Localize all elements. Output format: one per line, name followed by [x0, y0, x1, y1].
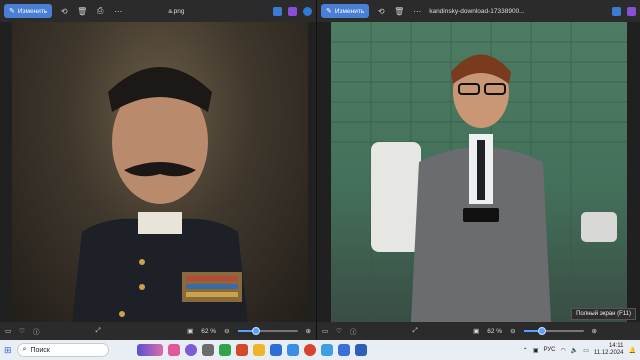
film-strip-icon[interactable]: ▭	[5, 327, 11, 335]
edit-button[interactable]: ✎ Изменить	[4, 4, 53, 18]
powerpoint-icon[interactable]	[235, 344, 248, 356]
zoom-slider[interactable]	[523, 327, 584, 335]
excel-icon[interactable]	[218, 344, 231, 356]
telegram-icon[interactable]	[320, 344, 333, 356]
taskbar-search[interactable]: ⌕ Поиск	[16, 343, 109, 357]
tray-overflow-icon[interactable]: ⌃	[523, 347, 528, 354]
app-icon-4[interactable]	[269, 344, 282, 356]
info-icon[interactable]: ⓘ	[350, 326, 357, 336]
film-strip-icon[interactable]: ▭	[322, 327, 328, 335]
zoom-out-icon[interactable]: ⊖	[510, 327, 515, 335]
file-explorer-icon[interactable]	[252, 344, 265, 356]
delete-icon[interactable]: 🗑	[76, 5, 88, 17]
favorite-icon[interactable]: ♡	[19, 327, 25, 335]
statusbar: ▭ ♡ ⓘ ⤢ ▣ 62 % ⊖ ⊕	[0, 322, 316, 340]
system-tray: ⌃ ▣ РУС ◠ 🔈 ▭ 14:11 11.12.2024 🔔	[523, 343, 636, 357]
actual-size-icon[interactable]: ▣	[473, 327, 479, 335]
man-in-bathroom-image	[331, 22, 627, 322]
info-icon[interactable]: ⓘ	[33, 326, 40, 336]
search-placeholder: Поиск	[30, 346, 50, 354]
language-indicator[interactable]: РУС	[544, 347, 556, 353]
editor-app-icon[interactable]	[612, 6, 621, 16]
app-icon-1[interactable]	[167, 344, 180, 356]
rotate-icon[interactable]: ⟲	[58, 5, 70, 17]
battery-icon[interactable]: ▭	[583, 347, 589, 354]
portrait-officer-image	[12, 22, 308, 322]
photos-app-icon[interactable]	[354, 344, 367, 356]
image-viewport[interactable]	[0, 22, 316, 322]
more-icon[interactable]: ⋯	[411, 5, 423, 17]
fullscreen-tooltip: Полный экран (F11)	[571, 308, 636, 320]
zoom-slider[interactable]	[237, 327, 298, 335]
fit-icon[interactable]: ⤢	[412, 327, 417, 335]
taskbar: ⊞ ⌕ Поиск ⌃ ▣ РУС ◠ 🔈 ▭ 14:11 11.12.2024…	[0, 340, 640, 360]
bathroom-illustration	[331, 22, 627, 322]
image-viewport[interactable]	[317, 22, 640, 322]
rotate-icon[interactable]: ⟲	[375, 5, 387, 17]
onedrive-icon[interactable]	[303, 6, 312, 16]
app-icon-2[interactable]	[184, 344, 197, 356]
wifi-icon[interactable]: ◠	[561, 347, 566, 354]
clock[interactable]: 14:11 11.12.2024	[594, 343, 624, 357]
favorite-icon[interactable]: ♡	[336, 327, 342, 335]
more-icon[interactable]: ⋯	[112, 5, 124, 17]
clock-time: 14:11	[608, 343, 624, 349]
zoom-in-icon[interactable]: ⊕	[592, 327, 597, 335]
editor-app-icon[interactable]	[273, 6, 282, 16]
tray-app-icon[interactable]: ▣	[533, 347, 539, 354]
app-icon-6[interactable]	[337, 344, 350, 356]
toolbar: ✎ Изменить ⟲ 🗑 ⎙ ⋯ a.png	[0, 0, 316, 22]
search-icon: ⌕	[22, 346, 27, 353]
actual-size-icon[interactable]: ▣	[187, 327, 193, 335]
notifications-icon[interactable]: 🔔	[629, 347, 636, 354]
clock-date: 11.12.2024	[593, 350, 624, 356]
edit-label: Изменить	[17, 7, 48, 15]
edit-button[interactable]: ✎ Изменить	[321, 4, 370, 18]
zoom-in-icon[interactable]: ⊕	[306, 327, 311, 335]
widgets-icon[interactable]	[136, 344, 163, 356]
photos-window-right: ✎ Изменить ⟲ 🗑 ⋯ kandinsky-download-1733…	[316, 0, 640, 340]
windows-start-icon[interactable]: ⊞	[4, 345, 12, 356]
clipchamp-icon[interactable]	[288, 6, 297, 16]
edit-label: Изменить	[334, 7, 365, 15]
file-name: a.png	[168, 7, 185, 15]
zoom-value: 62 %	[201, 327, 217, 335]
photos-window-left: ✎ Изменить ⟲ 🗑 ⎙ ⋯ a.png ▭ ♡ ⓘ ⤢ ▣ 62 % …	[0, 0, 316, 340]
officer-illustration	[72, 67, 248, 322]
zoom-slider-knob[interactable]	[537, 327, 546, 335]
edit-icon: ✎	[9, 8, 15, 15]
fit-icon[interactable]: ⤢	[95, 327, 100, 335]
toolbar: ✎ Изменить ⟲ 🗑 ⋯ kandinsky-download-1733…	[317, 0, 640, 22]
edit-icon: ✎	[326, 8, 332, 15]
app-icon-3[interactable]	[201, 344, 214, 356]
file-name: kandinsky-download-17338900...	[429, 7, 525, 15]
clipchamp-icon[interactable]	[627, 6, 636, 16]
zoom-value: 62 %	[487, 327, 503, 335]
statusbar: ▭ ♡ ⓘ ⤢ ▣ 62 % ⊖ ⊕	[317, 322, 640, 340]
zoom-out-icon[interactable]: ⊖	[224, 327, 229, 335]
delete-icon[interactable]: 🗑	[393, 5, 405, 17]
volume-icon[interactable]: 🔈	[571, 347, 578, 354]
zoom-slider-knob[interactable]	[251, 327, 260, 335]
chrome-icon[interactable]	[303, 344, 316, 356]
print-icon[interactable]: ⎙	[94, 5, 106, 17]
app-icon-5[interactable]	[286, 344, 299, 356]
